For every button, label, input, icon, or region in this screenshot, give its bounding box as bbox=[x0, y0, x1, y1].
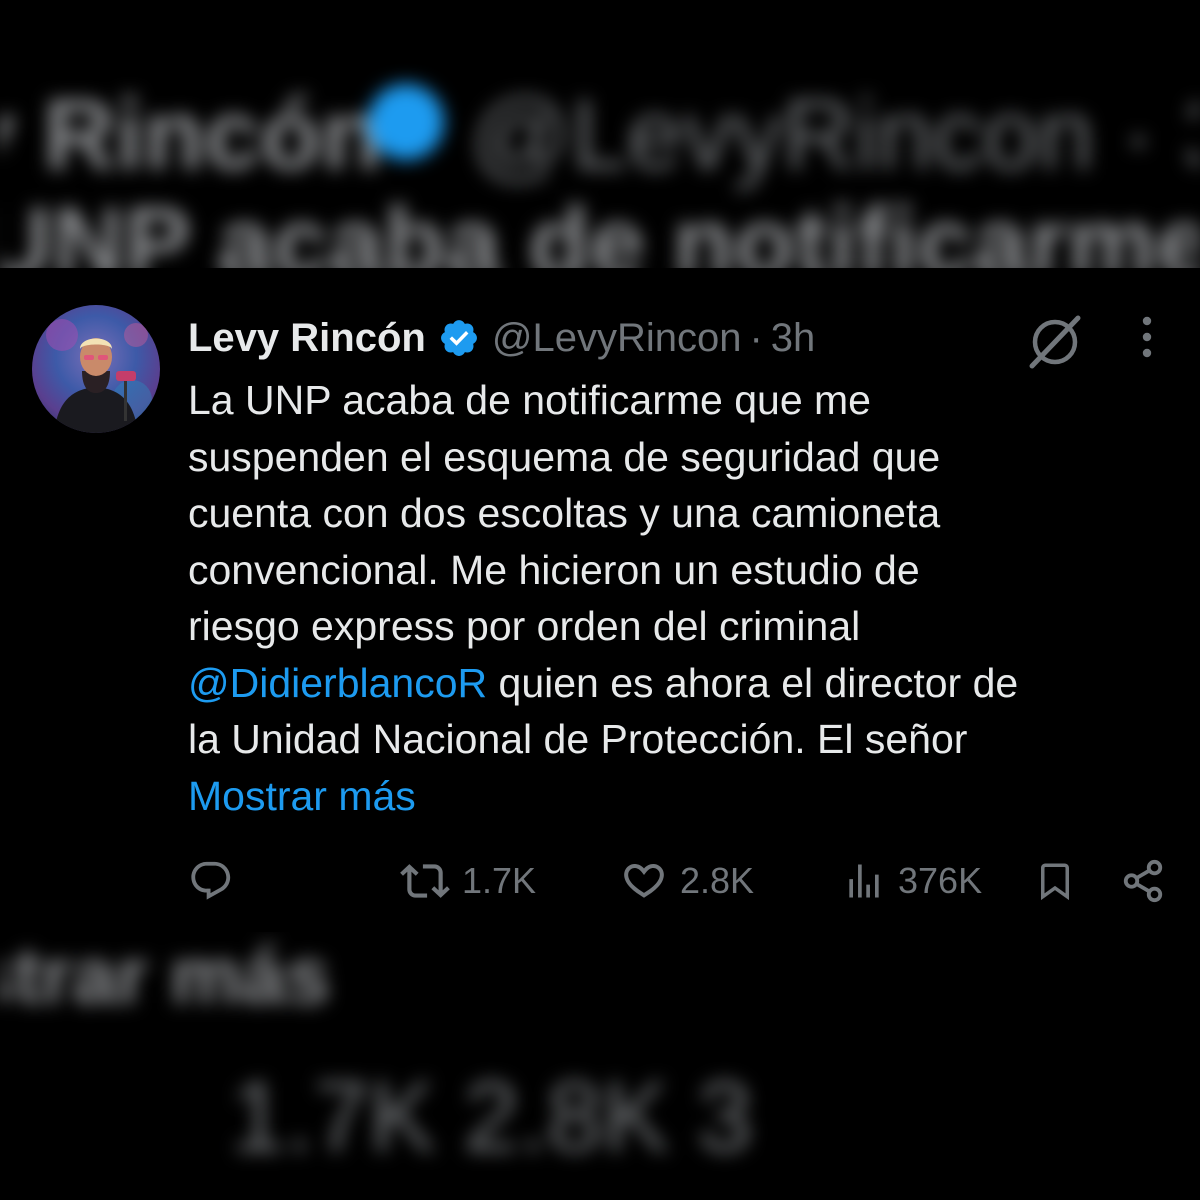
avatar[interactable] bbox=[32, 305, 160, 433]
reply-button[interactable] bbox=[188, 846, 234, 916]
tweet-timestamp[interactable]: 3h bbox=[771, 316, 816, 361]
separator-dot: · bbox=[749, 315, 763, 360]
retweet-count: 1.7K bbox=[462, 860, 537, 901]
share-icon bbox=[1123, 859, 1163, 903]
tweet-text: La UNP acaba de notificarme que me suspe… bbox=[188, 372, 1178, 824]
bookmark-icon bbox=[1041, 863, 1069, 901]
tweet-header: Levy Rincón @LevyRincon · 3h bbox=[188, 308, 815, 368]
author-handle[interactable]: @LevyRincon bbox=[492, 316, 742, 361]
retweet-icon bbox=[400, 864, 450, 898]
views-icon bbox=[849, 864, 879, 898]
grok-icon[interactable] bbox=[1026, 312, 1084, 370]
avatar-image bbox=[32, 305, 160, 433]
tweet-text-line: suspenden el esquema de seguridad que bbox=[188, 433, 941, 480]
tweet-actions: 1.7K 2.8K 376K bbox=[0, 846, 1200, 916]
tweet-text-segment: quien es ahora el director de bbox=[487, 659, 1019, 706]
background-show-more: strar más bbox=[0, 931, 331, 1020]
tweet-text-line: convencional. Me hicieron un estudio de bbox=[188, 546, 920, 593]
bookmark-button[interactable] bbox=[1034, 846, 1076, 916]
tweet-text-line: @DidierblancoR quien es ahora el directo… bbox=[188, 655, 1178, 712]
share-button[interactable] bbox=[1120, 846, 1166, 916]
background-verified-icon bbox=[368, 84, 444, 160]
like-button[interactable]: 2.8K bbox=[620, 846, 754, 916]
author-name[interactable]: Levy Rincón bbox=[188, 316, 426, 361]
reply-icon bbox=[191, 861, 231, 900]
verified-badge-icon bbox=[440, 320, 477, 356]
more-options-icon[interactable] bbox=[1130, 314, 1164, 360]
views-button[interactable]: 376K bbox=[842, 846, 982, 916]
tweet-card: Levy Rincón @LevyRincon · 3h La UNP acab… bbox=[0, 268, 1200, 932]
retweet-button[interactable]: 1.7K bbox=[400, 846, 536, 916]
tweet-text-line: riesgo express por orden del criminal bbox=[188, 603, 861, 649]
tweet-text-line: la Unidad Nacional de Protección. El señ… bbox=[188, 716, 968, 762]
views-count: 376K bbox=[898, 860, 983, 901]
like-count: 2.8K bbox=[680, 860, 755, 901]
background-actions: 1.7K 2.8K 3 bbox=[230, 1061, 753, 1173]
mention-link[interactable]: @DidierblancoR bbox=[188, 660, 487, 706]
background-handle: @LevyRincon · 3h bbox=[470, 79, 1200, 191]
background-author-name: y Rincón bbox=[0, 79, 383, 191]
like-icon bbox=[624, 863, 664, 898]
show-more-link[interactable]: Mostrar más bbox=[188, 768, 1178, 825]
tweet-text-line: cuenta con dos escoltas y una camioneta bbox=[188, 490, 941, 536]
tweet-text-line: La UNP acaba de notificarme que me bbox=[188, 377, 871, 423]
